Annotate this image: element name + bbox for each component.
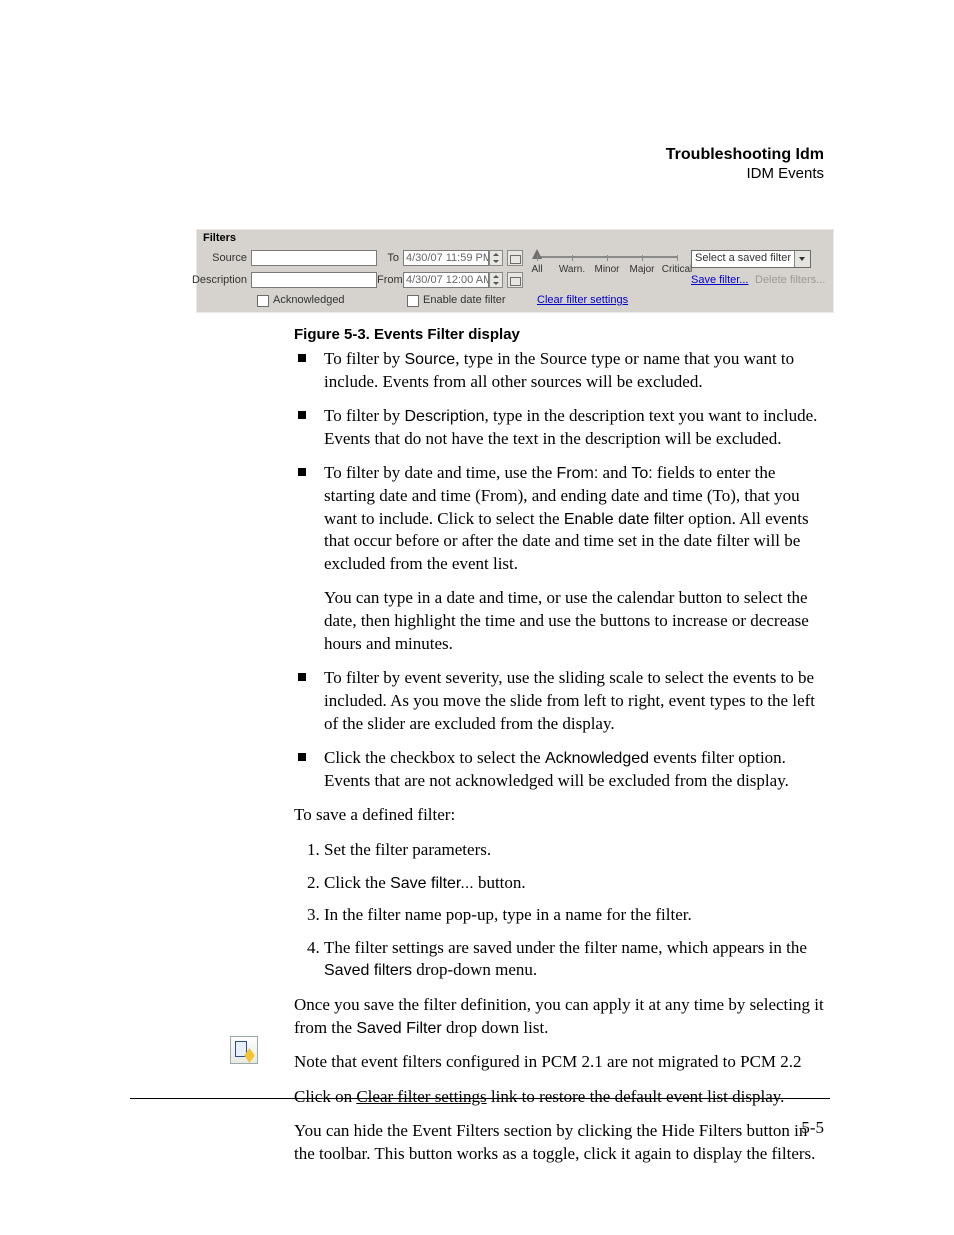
footer-rule <box>130 1098 830 1099</box>
save-filter-link[interactable]: Save filter... <box>691 274 748 286</box>
to-calendar-button[interactable] <box>507 250 523 266</box>
header-subtitle: IDM Events <box>666 165 824 184</box>
filters-panel-title: Filters <box>203 232 236 244</box>
bullet-source: To filter by Source, type in the Source … <box>294 348 828 393</box>
dropdown-arrow-icon <box>794 251 810 267</box>
enable-date-filter-label: Enable date filter <box>423 294 506 306</box>
to-date-input[interactable]: 4/30/07 11:59 PM <box>403 250 489 266</box>
page-number: 5-5 <box>801 1118 824 1138</box>
saved-filter-select-text: Select a saved filter <box>695 252 791 264</box>
description-label: Description <box>191 274 247 286</box>
severity-tick-major: Major <box>629 264 654 275</box>
source-label: Source <box>201 252 247 264</box>
step-3: In the filter name pop-up, type in a nam… <box>324 904 828 927</box>
from-date-input[interactable]: 4/30/07 12:00 AM <box>403 272 489 288</box>
para-migration-note: Note that event filters configured in PC… <box>294 1051 828 1074</box>
severity-tick-minor: Minor <box>594 264 619 275</box>
header-title: Troubleshooting Idm <box>666 145 824 165</box>
save-steps: Set the filter parameters. Click the Sav… <box>294 839 828 982</box>
bullet-description: To filter by Description, type in the de… <box>294 405 828 450</box>
enable-date-filter-checkbox[interactable] <box>407 295 419 307</box>
from-label: From <box>377 274 401 286</box>
from-calendar-button[interactable] <box>507 272 523 288</box>
figure-caption: Figure 5-3. Events Filter display <box>294 326 520 343</box>
saved-filter-select[interactable]: Select a saved filter <box>691 250 811 268</box>
filters-panel-screenshot: Filters Source To 4/30/07 11:59 PM All W… <box>196 229 834 313</box>
bullet-severity: To filter by event severity, use the sli… <box>294 667 828 735</box>
severity-slider[interactable]: All Warn. Minor Major Critical <box>537 250 677 278</box>
para-saved-apply: Once you save the filter definition, you… <box>294 994 828 1039</box>
save-intro: To save a defined filter: <box>294 804 828 827</box>
bullet-date: To filter by date and time, use the From… <box>294 462 828 655</box>
severity-tick-warn: Warn. <box>559 264 585 275</box>
para-hide-filters: You can hide the Event Filters section b… <box>294 1120 828 1165</box>
severity-tick-critical: Critical <box>662 264 693 275</box>
step-2: Click the Save filter... button. <box>324 872 828 895</box>
from-date-stepper[interactable] <box>489 272 503 288</box>
acknowledged-label: Acknowledged <box>273 294 345 306</box>
delete-filters-link: Delete filters... <box>755 274 825 286</box>
page-header: Troubleshooting Idm IDM Events <box>666 145 824 184</box>
hide-filters-toolbar-icon <box>230 1036 258 1064</box>
body-content: To filter by Source, type in the Source … <box>294 348 828 1178</box>
to-date-stepper[interactable] <box>489 250 503 266</box>
acknowledged-checkbox[interactable] <box>257 295 269 307</box>
bullet-ack: Click the checkbox to select the Acknowl… <box>294 747 828 792</box>
source-input[interactable] <box>251 250 377 266</box>
clear-filter-settings-link[interactable]: Clear filter settings <box>537 294 628 306</box>
severity-tick-all: All <box>531 264 542 275</box>
step-1: Set the filter parameters. <box>324 839 828 862</box>
description-input[interactable] <box>251 272 377 288</box>
step-4: The filter settings are saved under the … <box>324 937 828 982</box>
to-label: To <box>381 252 399 264</box>
bullet-date-subpara: You can type in a date and time, or use … <box>324 587 828 655</box>
